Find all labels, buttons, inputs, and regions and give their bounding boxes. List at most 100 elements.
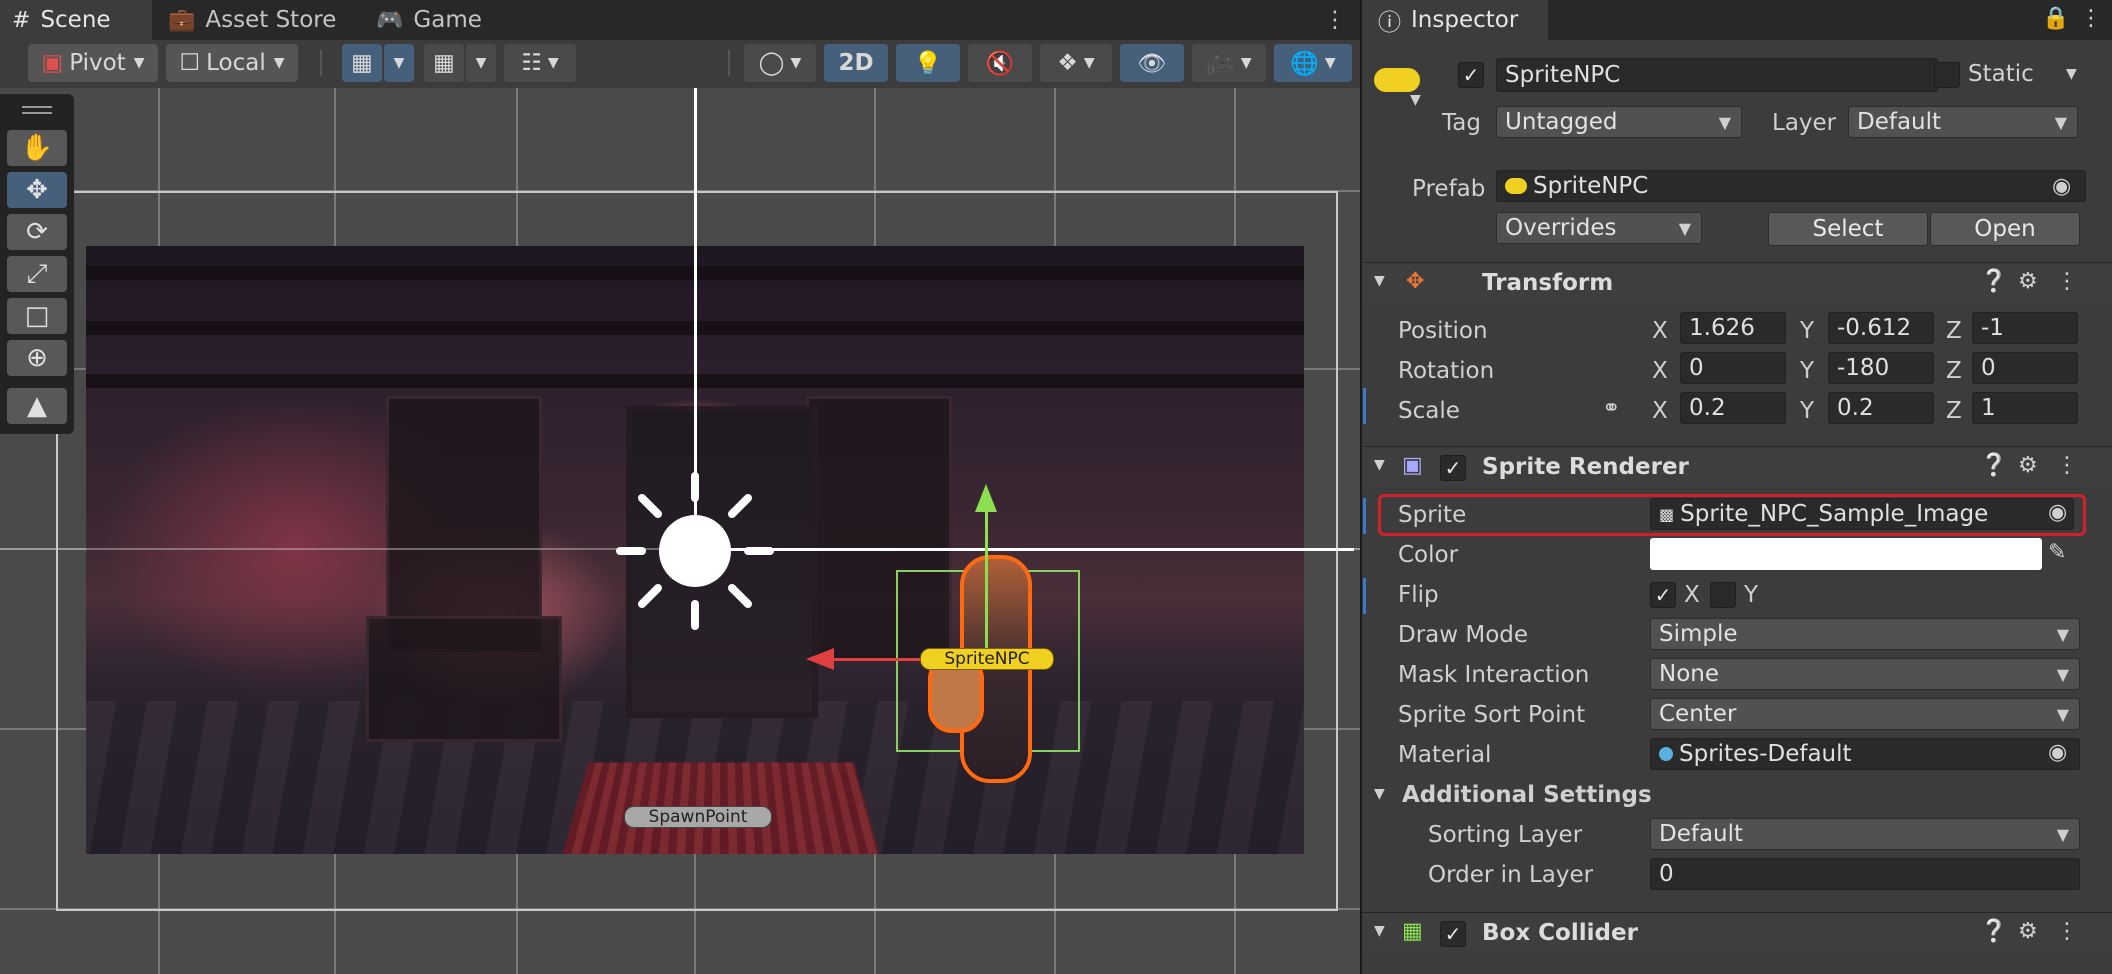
rotation-x-field[interactable]: 0: [1680, 352, 1786, 384]
static-checkbox[interactable]: [1934, 62, 1960, 88]
gizmos-dropdown[interactable]: 🌐 ▼: [1274, 44, 1352, 82]
flip-y-checkbox[interactable]: [1710, 582, 1736, 608]
box-collider-header[interactable]: ▼ ▦ ✓ Box Collider ❔ ⚙ ⋮: [1362, 912, 2112, 953]
tag-dropdown[interactable]: Untagged ▼: [1496, 106, 1742, 138]
chevron-down-icon[interactable]: ▼: [1374, 273, 1385, 289]
open-button[interactable]: Open: [1930, 212, 2080, 246]
axis-y-label[interactable]: Y: [1800, 318, 1814, 344]
prefab-field[interactable]: SpriteNPC: [1496, 170, 2086, 202]
object-picker-icon[interactable]: ◉: [2048, 740, 2067, 765]
2d-mode-toggle[interactable]: 2D: [824, 44, 888, 82]
chevron-down-icon[interactable]: ▼: [1374, 923, 1385, 939]
order-in-layer-field[interactable]: 0: [1650, 858, 2080, 890]
axis-y-label[interactable]: Y: [1800, 398, 1814, 424]
audio-toggle[interactable]: 🔇: [968, 44, 1032, 82]
tab-scene[interactable]: # Scene: [0, 0, 152, 40]
chevron-down-icon[interactable]: ▼: [2066, 66, 2077, 82]
move-tool-button[interactable]: ✥: [7, 172, 67, 208]
scale-z-field[interactable]: 1: [1972, 392, 2078, 424]
tab-game[interactable]: 🎮 Game: [376, 0, 482, 40]
position-y-field[interactable]: -0.612: [1828, 312, 1934, 344]
help-icon[interactable]: ❔: [1980, 919, 2007, 944]
layer-dropdown[interactable]: Default ▼: [1848, 106, 2078, 138]
presets-icon[interactable]: ⚙: [2018, 453, 2038, 478]
spawnpoint-scene-label[interactable]: SpawnPoint: [624, 806, 772, 828]
help-icon[interactable]: ❔: [1980, 269, 2007, 294]
rotation-z-field[interactable]: 0: [1972, 352, 2078, 384]
kebab-menu-icon[interactable]: ⋮: [1320, 0, 1350, 40]
object-picker-icon[interactable]: ◉: [2052, 174, 2071, 199]
sun-light-icon[interactable]: [610, 466, 780, 636]
axis-y-label[interactable]: Y: [1800, 358, 1814, 384]
arrow-left-icon[interactable]: [806, 648, 834, 670]
flip-x-checkbox[interactable]: ✓: [1650, 582, 1676, 608]
rect-tool-button[interactable]: □: [7, 298, 67, 334]
mask-interaction-dropdown[interactable]: None ▼: [1650, 658, 2080, 690]
active-checkbox[interactable]: ✓: [1458, 62, 1484, 88]
object-name-field[interactable]: SpriteNPC: [1496, 58, 1938, 92]
kebab-menu-icon[interactable]: ⋮: [2056, 269, 2078, 294]
custom-tool-button[interactable]: ▲: [7, 388, 67, 424]
hand-tool-button[interactable]: ✋: [7, 130, 67, 166]
pivot-dropdown[interactable]: ▣ Pivot ▼: [28, 44, 158, 82]
eyedropper-icon[interactable]: ✎: [2048, 540, 2066, 565]
increment-snap-dropdown[interactable]: ▼: [466, 44, 496, 82]
additional-settings-foldout[interactable]: Additional Settings: [1402, 782, 1652, 808]
sprite-renderer-enabled-checkbox[interactable]: ✓: [1440, 455, 1466, 481]
presets-icon[interactable]: ⚙: [2018, 919, 2038, 944]
grid-snap-toggle[interactable]: ▦: [342, 44, 382, 82]
lighting-toggle[interactable]: 💡: [896, 44, 960, 82]
rotation-y-field[interactable]: -180: [1828, 352, 1934, 384]
sort-point-dropdown[interactable]: Center ▼: [1650, 698, 2080, 730]
visibility-toggle[interactable]: 👁: [1120, 44, 1184, 82]
rotate-tool-button[interactable]: ⟳: [7, 214, 67, 250]
transform-header[interactable]: ▼ ✥ Transform ❔ ⚙ ⋮: [1362, 262, 2112, 303]
presets-icon[interactable]: ⚙: [2018, 269, 2038, 294]
grid-snap-dropdown[interactable]: ▼: [384, 44, 414, 82]
tab-asset-store[interactable]: 💼 Asset Store: [168, 0, 336, 40]
overrides-dropdown[interactable]: Overrides ▼: [1496, 212, 1702, 244]
increment-snap-toggle[interactable]: ▦: [424, 44, 464, 82]
chevron-down-icon[interactable]: ▼: [1374, 457, 1385, 473]
move-y-axis[interactable]: [985, 510, 988, 660]
object-picker-icon[interactable]: ◉: [2048, 500, 2067, 525]
effects-dropdown[interactable]: ❖ ▼: [1040, 44, 1112, 82]
sorting-layer-value: Default: [1659, 821, 1744, 847]
axis-z-label[interactable]: Z: [1946, 398, 1962, 424]
axis-x-label[interactable]: X: [1652, 358, 1668, 384]
npc-scene-label[interactable]: SpriteNPC: [920, 648, 1054, 670]
axis-z-label[interactable]: Z: [1946, 358, 1962, 384]
chevron-down-icon[interactable]: ▼: [1410, 92, 1421, 108]
link-off-icon[interactable]: ⚭: [1602, 396, 1620, 421]
chevron-down-icon[interactable]: ▼: [1374, 786, 1385, 802]
axis-z-label[interactable]: Z: [1946, 318, 1962, 344]
position-z-field[interactable]: -1: [1972, 312, 2078, 344]
local-dropdown[interactable]: ☐ Local ▼: [166, 44, 298, 82]
scale-x-field[interactable]: 0.2: [1680, 392, 1786, 424]
shading-mode-dropdown[interactable]: ◯ ▼: [744, 44, 816, 82]
kebab-menu-icon[interactable]: ⋮: [2056, 919, 2078, 944]
kebab-menu-icon[interactable]: ⋮: [2056, 453, 2078, 478]
sprite-renderer-header[interactable]: ▼ ▣ ✓ Sprite Renderer ❔ ⚙ ⋮: [1362, 446, 2112, 487]
lock-icon[interactable]: 🔒: [2042, 6, 2069, 31]
transform-tool-button[interactable]: ⊕: [7, 340, 67, 376]
kebab-menu-icon[interactable]: ⋮: [2080, 6, 2102, 31]
arrow-up-icon[interactable]: [975, 484, 997, 512]
axis-x-label[interactable]: X: [1652, 398, 1668, 424]
camera-dropdown[interactable]: 🎥 ▼: [1192, 44, 1266, 82]
drag-handle[interactable]: [22, 106, 52, 108]
tab-inspector[interactable]: ⓘ Inspector: [1362, 0, 1548, 40]
help-icon[interactable]: ❔: [1980, 453, 2007, 478]
select-button[interactable]: Select: [1768, 212, 1928, 246]
box-collider-enabled-checkbox[interactable]: ✓: [1440, 921, 1466, 947]
scale-y-field[interactable]: 0.2: [1828, 392, 1934, 424]
position-x-field[interactable]: 1.626: [1680, 312, 1786, 344]
axis-x-label[interactable]: X: [1652, 318, 1668, 344]
draw-mode-dropdown[interactable]: Simple ▼: [1650, 618, 2080, 650]
sprite-field[interactable]: ▩ Sprite_NPC_Sample_Image: [1650, 498, 2074, 530]
ruler-dropdown[interactable]: ☷ ▼: [504, 44, 576, 82]
color-swatch[interactable]: [1650, 538, 2042, 570]
sorting-layer-dropdown[interactable]: Default ▼: [1650, 818, 2080, 850]
material-field[interactable]: Sprites-Default: [1650, 738, 2080, 770]
scale-tool-button[interactable]: ⤢: [7, 256, 67, 292]
